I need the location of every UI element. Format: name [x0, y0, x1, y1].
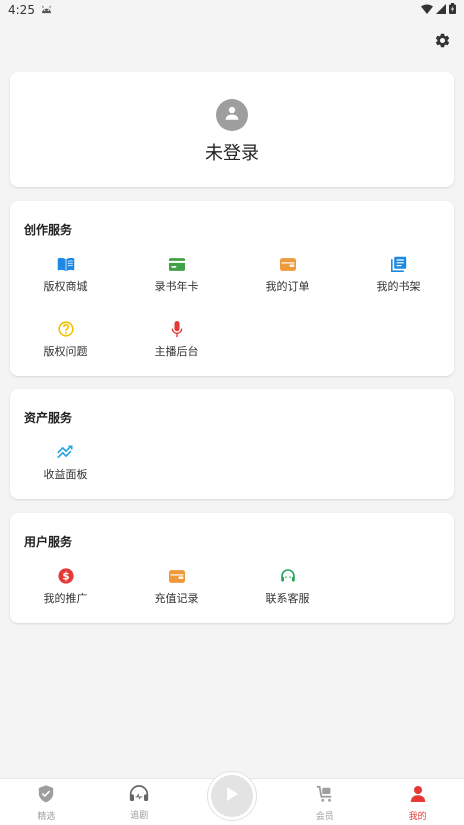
- avatar: [216, 98, 248, 131]
- wifi-icon: [421, 3, 433, 17]
- service-host-backend[interactable]: 主播后台: [121, 320, 232, 385]
- wallet-icon: [279, 255, 297, 273]
- create-services-grid: 版权商城 录书年卡 我的订单 我的书架 版权问题 主播后台: [10, 255, 454, 385]
- nav-mine[interactable]: 我的: [371, 779, 464, 825]
- svg-text:$: $: [62, 571, 69, 583]
- library-icon: [390, 255, 408, 273]
- play-icon: [225, 786, 239, 806]
- nav-label: 会员: [315, 811, 334, 822]
- service-my-promotion[interactable]: $ 我的推广: [10, 567, 121, 632]
- service-earnings-panel[interactable]: 收益面板: [10, 443, 121, 508]
- person-icon: [410, 785, 426, 807]
- asset-services-card: 资产服务 收益面板: [10, 389, 454, 499]
- service-recharge-records[interactable]: 充值记录: [121, 567, 232, 632]
- card-icon: [168, 255, 186, 273]
- service-label: 收益面板: [43, 468, 88, 481]
- battery-icon: [449, 3, 456, 17]
- service-label: 版权问题: [43, 345, 88, 358]
- nav-label: 精选: [37, 811, 56, 822]
- nav-drama[interactable]: 追剧: [93, 779, 186, 825]
- section-title-create: 创作服务: [24, 223, 73, 237]
- headset-icon: [279, 567, 297, 585]
- settings-button[interactable]: [430, 30, 454, 54]
- play-button[interactable]: [208, 772, 256, 820]
- microphone-icon: [168, 320, 186, 338]
- service-label: 联系客服: [265, 592, 310, 605]
- section-title-asset: 资产服务: [24, 411, 73, 425]
- question-icon: [57, 320, 75, 338]
- login-status-text[interactable]: 未登录: [205, 139, 259, 165]
- service-label: 版权商城: [43, 280, 88, 293]
- service-label: 充值记录: [154, 592, 199, 605]
- headphones-icon: [129, 785, 149, 806]
- service-audiobook-annual-card[interactable]: 录书年卡: [121, 255, 232, 320]
- gear-icon: [434, 32, 451, 53]
- service-copyright-mall[interactable]: 版权商城: [10, 255, 121, 320]
- nav-member[interactable]: 会员: [278, 779, 371, 825]
- login-card[interactable]: 未登录: [10, 72, 454, 187]
- android-icon: [41, 3, 52, 17]
- service-label: 主播后台: [154, 345, 199, 358]
- nav-featured[interactable]: 精选: [0, 779, 93, 825]
- nav-label: 追剧: [130, 811, 149, 821]
- wallet-icon: [168, 567, 186, 585]
- service-copyright-questions[interactable]: 版权问题: [10, 320, 121, 385]
- status-bar: 4:25: [0, 0, 464, 20]
- cart-icon: [316, 785, 334, 807]
- create-services-card: 创作服务 版权商城 录书年卡 我的订单 我的书架 版权问题 主播后台: [10, 201, 454, 376]
- section-title-user: 用户服务: [24, 535, 73, 549]
- person-icon: [223, 104, 241, 126]
- dollar-icon: $: [57, 567, 75, 585]
- service-my-orders[interactable]: 我的订单: [232, 255, 343, 320]
- user-services-card: 用户服务 $ 我的推广 充值记录 联系客服: [10, 513, 454, 623]
- service-label: 我的书架: [376, 280, 421, 293]
- user-services-grid: $ 我的推广 充值记录 联系客服: [10, 567, 454, 632]
- status-time: 4:25: [8, 3, 35, 17]
- service-label: 我的订单: [265, 280, 310, 293]
- service-customer-support[interactable]: 联系客服: [232, 567, 343, 632]
- signal-icon: [436, 3, 446, 17]
- service-label: 录书年卡: [154, 280, 199, 293]
- service-label: 我的推广: [43, 592, 88, 605]
- book-open-icon: [57, 255, 75, 273]
- trend-icon: [56, 443, 75, 461]
- shield-check-icon: [38, 784, 54, 807]
- status-right: [421, 3, 456, 17]
- status-left: 4:25: [8, 3, 52, 17]
- nav-label: 我的: [408, 811, 427, 822]
- asset-services-grid: 收益面板: [10, 443, 454, 508]
- service-my-bookshelf[interactable]: 我的书架: [343, 255, 454, 320]
